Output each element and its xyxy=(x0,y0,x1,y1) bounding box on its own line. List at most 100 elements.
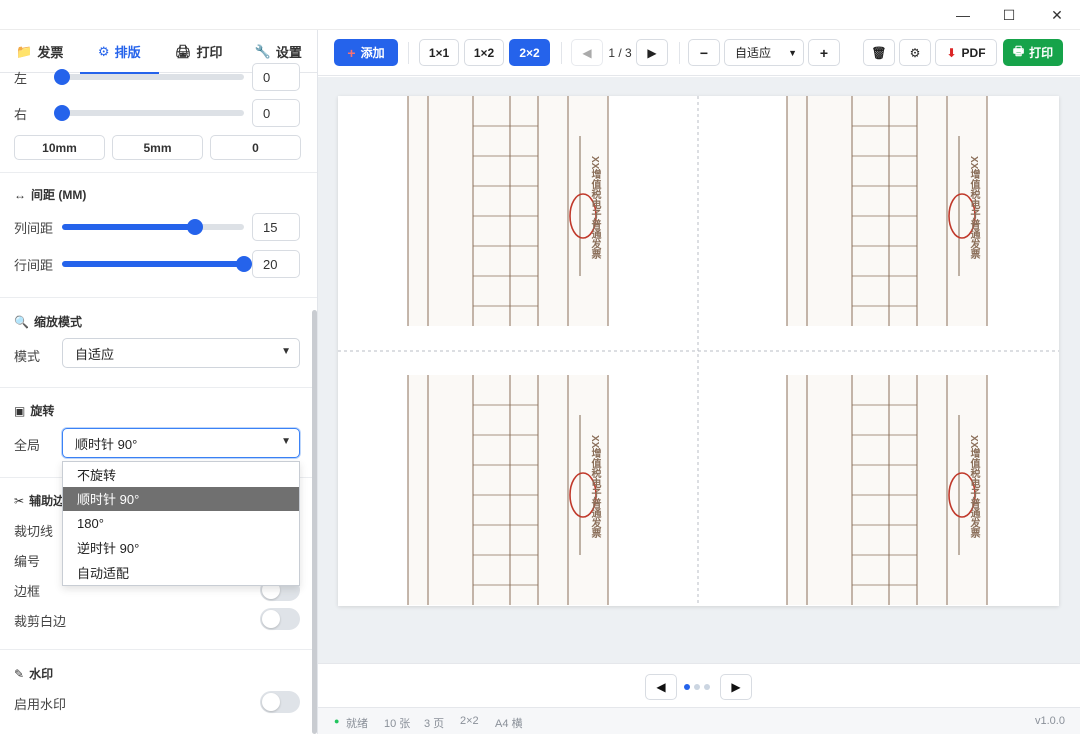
status-pages: 3 页 xyxy=(424,718,445,730)
toolbar: + 添加 1×1 1×2 2×2 ◀ 1 / 3 ▶ − 自适应 ▼ + 🗑 ⚙… xyxy=(318,30,1080,76)
divider xyxy=(0,297,317,298)
invoice-page[interactable]: XX增值税电子普通发票 xyxy=(338,96,678,326)
title-bar: — ☐ ✕ xyxy=(0,0,1080,30)
zoom-in-button[interactable]: + xyxy=(808,39,840,66)
rotate-global-label: 全局 xyxy=(14,438,41,453)
rotate-select[interactable]: 顺时针 90° ▼ xyxy=(62,428,300,458)
gear-icon[interactable]: ⚙ xyxy=(899,39,931,66)
rotate-option-selected[interactable]: 顺时针 90° xyxy=(63,486,299,511)
divider xyxy=(0,649,317,650)
scale-section-title: 🔍 缩放模式 xyxy=(14,313,82,330)
next-page-button[interactable]: ▶ xyxy=(636,39,668,66)
slider-thumb[interactable] xyxy=(54,105,70,121)
zoom-select[interactable]: 自适应 ▼ xyxy=(724,39,804,66)
invoice-page[interactable]: XX增值税电子普通发票 xyxy=(338,375,678,605)
page-dot-active[interactable] xyxy=(684,684,690,690)
layout-1x1-button[interactable]: 1×1 xyxy=(419,39,459,66)
layout-2x2-button[interactable]: 2×2 xyxy=(509,39,550,66)
preset-10mm-button[interactable]: 10mm xyxy=(14,135,105,160)
panel-scrollbar[interactable] xyxy=(312,310,317,734)
column-gap-slider[interactable] xyxy=(62,219,244,235)
border-label: 边框 xyxy=(14,584,41,599)
divider xyxy=(561,42,562,64)
invoice-graphic xyxy=(786,375,988,605)
column-gap-row: 列间距 xyxy=(14,214,244,240)
invoice-title: XX增值税电子普通发票 xyxy=(968,435,979,539)
next-page-button[interactable]: ▶ xyxy=(720,674,752,700)
preset-5mm-button[interactable]: 5mm xyxy=(112,135,203,160)
margin-right-row: 右 xyxy=(14,100,244,126)
pen-icon: ✎ xyxy=(14,666,25,681)
section-title-text: 间距 (MM) xyxy=(31,188,87,202)
invoice-graphic xyxy=(407,375,609,605)
minimize-icon[interactable]: — xyxy=(940,0,986,30)
status-layout: 2×2 xyxy=(460,715,479,727)
print-button[interactable]: 🖶 打印 xyxy=(1003,39,1063,66)
page-dot[interactable] xyxy=(704,684,710,690)
watermark-enable-label: 启用水印 xyxy=(14,697,67,712)
close-icon[interactable]: ✕ xyxy=(1034,0,1080,30)
aux-section-title: ✂ 辅助边 xyxy=(14,492,65,509)
scissors-icon: ✂ xyxy=(14,493,25,508)
invoice-page[interactable]: XX增值税电子普通发票 xyxy=(717,96,1057,326)
slider-thumb[interactable] xyxy=(236,256,252,272)
invoice-page[interactable]: XX增值税电子普通发票 xyxy=(717,375,1057,605)
slider-fill xyxy=(62,224,195,230)
row-gap-input[interactable]: 20 xyxy=(252,250,300,278)
maximize-icon[interactable]: ☐ xyxy=(986,0,1032,30)
rotate-option[interactable]: 180° xyxy=(63,511,299,536)
layout-1x2-button[interactable]: 1×2 xyxy=(464,39,504,66)
add-button[interactable]: + 添加 xyxy=(334,39,398,66)
invoice-title: XX增值税电子普通发票 xyxy=(968,156,979,260)
download-icon: ⬇ xyxy=(946,45,957,60)
scale-mode-label: 模式 xyxy=(14,349,41,364)
divider xyxy=(408,42,409,64)
preset-0-button[interactable]: 0 xyxy=(210,135,301,160)
column-gap-input[interactable]: 15 xyxy=(252,213,300,241)
rotate-dropdown: 不旋转 顺时针 90° 180° 逆时针 90° 自动适配 xyxy=(62,461,300,586)
margin-left-slider[interactable] xyxy=(54,69,244,85)
trash-icon[interactable]: 🗑 xyxy=(863,39,895,66)
section-title-text: 辅助边 xyxy=(29,494,66,508)
rotate-option[interactable]: 不旋转 xyxy=(63,462,299,487)
margin-right-input[interactable]: 0 xyxy=(252,99,300,127)
status-ready: 就绪 xyxy=(346,718,368,730)
tab-label: 发票 xyxy=(37,45,64,60)
plus-icon: + xyxy=(347,44,356,61)
printer-icon: 🖨 xyxy=(174,43,192,59)
magnifier-icon: 🔍 xyxy=(14,314,29,329)
zoom-out-button[interactable]: − xyxy=(688,39,720,66)
invoice-paper xyxy=(787,375,987,605)
pdf-label: PDF xyxy=(961,45,986,60)
add-label: 添加 xyxy=(360,46,385,60)
column-gap-label: 列间距 xyxy=(14,220,54,236)
pdf-button[interactable]: ⬇ PDF xyxy=(935,39,997,66)
slider-thumb[interactable] xyxy=(54,69,70,85)
preview-area: XX增值税电子普通发票 XX增值税电子普通发票 XX增值税电子普通发票 XX增值… xyxy=(318,77,1080,663)
page-navigator: ◀ ▶ xyxy=(318,663,1080,707)
tab-label: 打印 xyxy=(196,45,223,60)
scale-mode-select[interactable]: 自适应 ▼ xyxy=(62,338,300,368)
prev-page-button[interactable]: ◀ xyxy=(645,674,677,700)
row-gap-slider[interactable] xyxy=(62,256,252,272)
invoice-title: XX增值税电子普通发票 xyxy=(589,435,600,539)
zoom-value: 自适应 xyxy=(735,46,772,60)
printer-icon: 🖶 xyxy=(1012,44,1025,58)
rotate-icon: ▣ xyxy=(14,403,26,418)
rotate-option[interactable]: 自动适配 xyxy=(63,560,299,585)
slider-thumb[interactable] xyxy=(186,219,203,235)
prev-page-button[interactable]: ◀ xyxy=(571,39,603,66)
row-gap-label: 行间距 xyxy=(14,257,54,273)
trim-white-toggle[interactable] xyxy=(260,608,300,630)
margin-right-slider[interactable] xyxy=(54,105,244,121)
toggle-knob xyxy=(262,610,280,628)
invoice-paper xyxy=(787,96,987,326)
row-gap-row: 行间距 xyxy=(14,251,252,277)
layout-settings: 左 0 右 0 10mm 5mm 0 ↔ 间距 (MM) 列间距 15 行间距 … xyxy=(0,63,317,734)
page-dot[interactable] xyxy=(694,684,700,690)
margin-left-input[interactable]: 0 xyxy=(252,63,300,91)
margin-left-row: 左 xyxy=(14,64,244,90)
rotate-option[interactable]: 逆时针 90° xyxy=(63,536,299,561)
watermark-toggle[interactable] xyxy=(260,691,300,713)
trim-white-label: 裁剪白边 xyxy=(14,614,67,629)
